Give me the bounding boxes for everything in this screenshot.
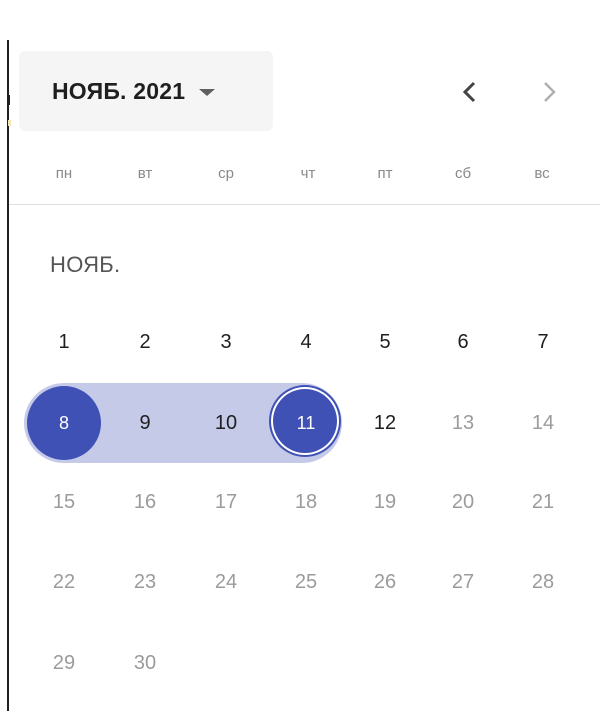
day-cell-9[interactable]: 9 [115,393,175,453]
day-grid: 1 2 3 4 5 6 7 8 9 10 11 12 13 14 15 16 17 18 19 20 21 22 23 24 2… [0,0,600,711]
day-cell-6[interactable]: 6 [433,312,493,372]
day-cell-25[interactable]: 25 [276,552,336,612]
day-cell-22[interactable]: 22 [34,552,94,612]
day-cell-12[interactable]: 12 [355,393,415,453]
day-cell-4[interactable]: 4 [276,312,336,372]
day-cell-7[interactable]: 7 [513,312,573,372]
day-cell-3[interactable]: 3 [196,312,256,372]
day-cell-8[interactable]: 8 [34,393,94,453]
day-cell-1[interactable]: 1 [34,312,94,372]
date-picker: НОЯБ. 2021 пн вт ср чт пт сб вс НОЯБ. 12… [0,0,600,711]
day-cell-16[interactable]: 16 [115,472,175,532]
day-cell-14[interactable]: 14 [513,393,573,453]
day-cell-2[interactable]: 2 [115,312,175,372]
day-cell-28[interactable]: 28 [513,552,573,612]
day-cell-24[interactable]: 24 [196,552,256,612]
day-cell-30[interactable]: 30 [115,633,175,693]
day-cell-15[interactable]: 15 [34,472,94,532]
day-cell-18[interactable]: 18 [276,472,336,532]
day-cell-20[interactable]: 20 [433,472,493,532]
day-cell-29[interactable]: 29 [34,633,94,693]
day-cell-23[interactable]: 23 [115,552,175,612]
day-cell-13[interactable]: 13 [433,393,493,453]
day-cell-26[interactable]: 26 [355,552,415,612]
day-cell-27[interactable]: 27 [433,552,493,612]
day-cell-21[interactable]: 21 [513,472,573,532]
day-cell-10[interactable]: 10 [196,393,256,453]
day-cell-17[interactable]: 17 [196,472,256,532]
day-cell-5[interactable]: 5 [355,312,415,372]
day-cell-11[interactable]: 11 [276,393,336,453]
day-cell-19[interactable]: 19 [355,472,415,532]
